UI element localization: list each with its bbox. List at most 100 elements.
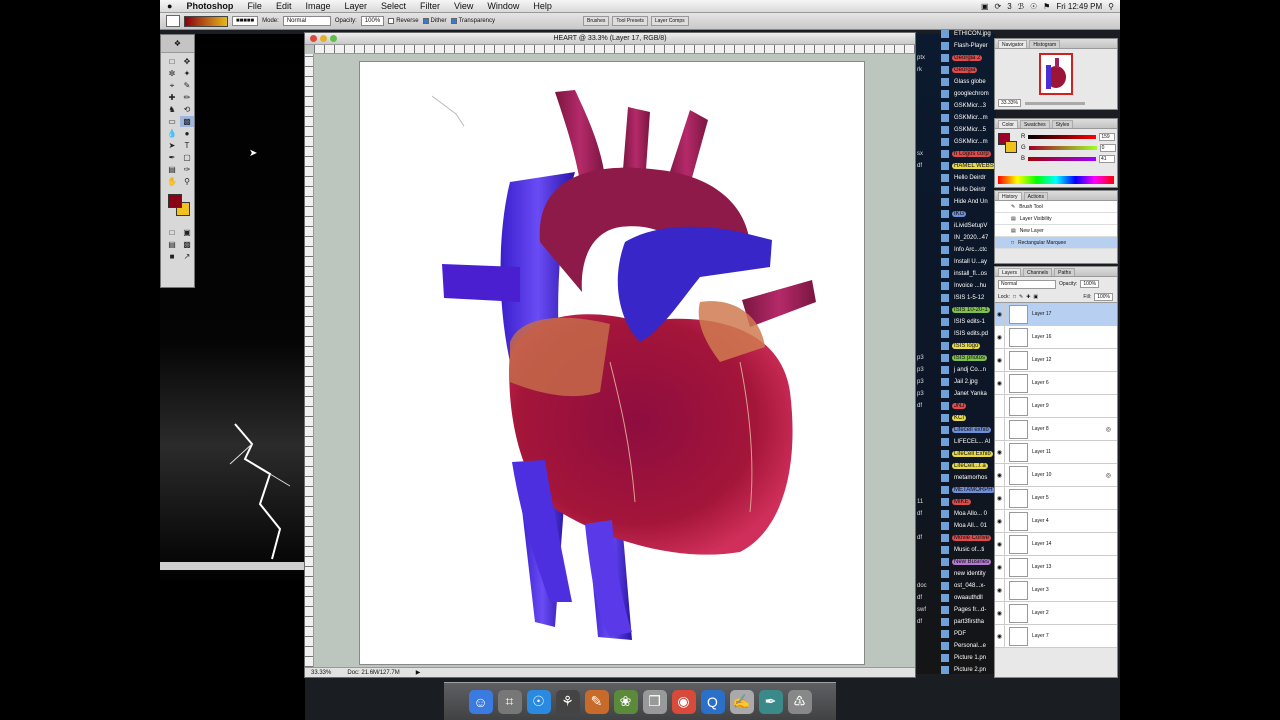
desktop-file[interactable]: IKG xyxy=(941,208,999,220)
menu-window[interactable]: Window xyxy=(480,1,526,11)
quick-mask-icon[interactable]: ▣ xyxy=(180,227,194,238)
menu-help[interactable]: Help xyxy=(526,1,559,11)
reverse-checkbox[interactable]: Reverse xyxy=(388,18,419,24)
menu-image[interactable]: Image xyxy=(298,1,337,11)
visibility-eye-icon[interactable]: ◉ xyxy=(995,325,1005,349)
desktop-file[interactable]: GSKMicr...3 xyxy=(941,100,999,112)
desktop-file[interactable]: Pages fr...d- xyxy=(941,604,999,616)
desktop-file[interactable]: metamorhos xyxy=(941,472,999,484)
quicktime-icon[interactable]: Q xyxy=(700,689,725,714)
opacity-field[interactable]: 100% xyxy=(360,16,385,26)
blur-tool-icon[interactable]: 💧 xyxy=(165,128,179,139)
desktop-file[interactable]: KCI xyxy=(941,412,999,424)
eyedropper-tool-icon[interactable]: ✑ xyxy=(180,164,194,175)
ruler-horizontal[interactable] xyxy=(314,45,915,54)
history-brush-tool-icon[interactable]: ⟲ xyxy=(180,104,194,115)
mode-select[interactable]: Normal xyxy=(282,16,331,26)
layer-row[interactable]: ◉ Layer 17 xyxy=(995,302,1117,326)
chrome-icon[interactable]: ◉ xyxy=(671,689,696,714)
layer-comps-tab[interactable]: Layer Comps xyxy=(650,16,689,26)
dodge-tool-icon[interactable]: ● xyxy=(180,128,194,139)
desktop-file[interactable]: Picture 1.pn xyxy=(941,652,999,664)
layer-row[interactable]: Layer 8 ◎ xyxy=(995,417,1117,441)
jump-to-icon[interactable]: ↗ xyxy=(180,251,194,262)
desktop-file[interactable]: New Busines xyxy=(941,556,999,568)
photos-icon[interactable]: ❀ xyxy=(613,689,638,714)
canvas[interactable] xyxy=(359,61,865,665)
shape-tool-icon[interactable]: ▢ xyxy=(180,152,194,163)
layer-row[interactable]: ◉ Layer 12 xyxy=(995,348,1117,372)
visibility-eye-icon[interactable]: ◉ xyxy=(995,624,1005,648)
apple-menu-icon[interactable]: ● xyxy=(160,1,179,11)
desktop-file[interactable]: ETHICON.jpg xyxy=(941,28,999,40)
history-item[interactable]: □ Rectangular Marquee xyxy=(995,237,1117,249)
visibility-eye-icon[interactable]: ◉ xyxy=(995,302,1005,326)
layer-row[interactable]: ◉ Layer 13 xyxy=(995,555,1117,579)
desktop-file[interactable]: Moa Allo... 0 xyxy=(941,508,999,520)
crop-tool-icon[interactable]: ⌖ xyxy=(165,80,179,91)
stamp-tool-icon[interactable]: ♞ xyxy=(165,104,179,115)
desktop-file[interactable]: METAMORPH xyxy=(941,484,999,496)
healing-tool-icon[interactable]: ✚ xyxy=(165,92,179,103)
visibility-eye-icon[interactable] xyxy=(995,394,1005,418)
tab-history[interactable]: History xyxy=(998,192,1022,200)
desktop-file[interactable]: Invoice ...hu xyxy=(941,280,999,292)
desktop-file[interactable]: owaauthdll xyxy=(941,592,999,604)
tab-layers[interactable]: Layers xyxy=(998,268,1022,276)
screen-mode-icon[interactable]: ▤ xyxy=(165,239,179,250)
ruler-vertical[interactable] xyxy=(305,54,314,667)
notes-tool-icon[interactable]: ▤ xyxy=(165,164,179,175)
menu-layer[interactable]: Layer xyxy=(337,1,374,11)
eraser-tool-icon[interactable]: ▭ xyxy=(165,116,179,127)
red-slider[interactable] xyxy=(1028,134,1097,139)
desktop-file[interactable]: Music of...ti xyxy=(941,544,999,556)
visibility-eye-icon[interactable]: ◉ xyxy=(995,555,1005,579)
pen-tool-icon[interactable]: ✒ xyxy=(165,152,179,163)
brush-icon[interactable]: ✎ xyxy=(584,689,609,714)
gradient-picker[interactable] xyxy=(184,15,228,27)
brush-tool-icon[interactable]: ✏ xyxy=(180,92,194,103)
tab-navigator[interactable]: Navigator xyxy=(998,40,1028,48)
status-arrow-icon[interactable]: ▶ xyxy=(416,669,421,676)
desktop-file[interactable]: Personal...e xyxy=(941,640,999,652)
visibility-eye-icon[interactable]: ◉ xyxy=(995,486,1005,510)
desktop-file[interactable]: install_fl...os xyxy=(941,268,999,280)
calculator-icon[interactable]: ⌗ xyxy=(497,689,522,714)
desktop-file[interactable]: j andj Co...n xyxy=(941,364,999,376)
desktop-file[interactable]: LifeCell Exhib xyxy=(941,448,999,460)
desktop-file[interactable]: ISIS edits-1 xyxy=(941,316,999,328)
navigator-thumbnail[interactable] xyxy=(1039,53,1073,95)
layer-row[interactable]: ◉ Layer 3 xyxy=(995,578,1117,602)
full-screen-icon[interactable]: ▩ xyxy=(180,239,194,250)
visibility-eye-icon[interactable]: ◉ xyxy=(995,440,1005,464)
desktop-file[interactable]: ISIS photos xyxy=(941,352,999,364)
red-value[interactable]: 159 xyxy=(1099,132,1116,141)
desktop-file[interactable]: Moa All... 01 xyxy=(941,520,999,532)
tool-preset-picker[interactable] xyxy=(166,15,180,27)
green-slider[interactable] xyxy=(1028,145,1097,150)
trash-icon[interactable]: ♳ xyxy=(787,689,812,714)
wifi-icon[interactable]: ☉ xyxy=(1030,2,1037,11)
desktop-file[interactable]: Info Arc...ctc xyxy=(941,244,999,256)
layer-row[interactable]: ◉ Layer 5 xyxy=(995,486,1117,510)
lock-all-icon[interactable]: ▣ xyxy=(1033,294,1038,300)
desktop-file[interactable]: Jail 2.jpg xyxy=(941,376,999,388)
desktop-file[interactable]: h Logos corp xyxy=(941,148,999,160)
desktop-file[interactable]: Lifecell exhib xyxy=(941,424,999,436)
history-item[interactable]: ▤ New Layer xyxy=(995,225,1117,237)
tab-swatches[interactable]: Swatches xyxy=(1019,120,1050,128)
layer-row[interactable]: ◉ Layer 14 xyxy=(995,532,1117,556)
desktop-file[interactable]: PDF xyxy=(941,628,999,640)
full-screen-black-icon[interactable]: ■ xyxy=(165,251,179,262)
visibility-eye-icon[interactable] xyxy=(995,417,1005,441)
desktop-file[interactable]: ost_048...x- xyxy=(941,580,999,592)
tool-presets-tab[interactable]: Tool Presets xyxy=(612,16,648,26)
layer-row[interactable]: ◉ Layer 10 ◎ xyxy=(995,463,1117,487)
move-tool-icon[interactable]: ✥ xyxy=(180,56,194,67)
layer-row[interactable]: ◉ Layer 7 xyxy=(995,624,1117,648)
desktop-file[interactable]: GSKMicr...m xyxy=(941,136,999,148)
doc-size-info[interactable]: Doc: 21.6M/127.7M xyxy=(347,670,399,676)
color-spectrum-bar[interactable] xyxy=(998,176,1114,184)
desktop-file[interactable]: Georgia xyxy=(941,64,999,76)
desktop-file[interactable]: Georgia 2 xyxy=(941,52,999,64)
